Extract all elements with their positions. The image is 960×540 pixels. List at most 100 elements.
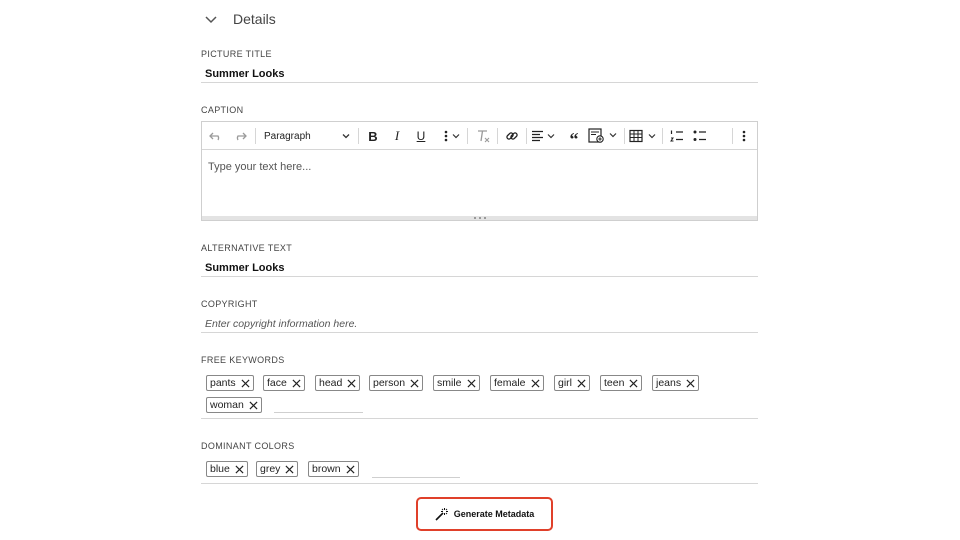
chip-label: girl bbox=[558, 377, 573, 389]
alt-text-input[interactable]: Summer Looks bbox=[205, 262, 284, 274]
chip-label: woman bbox=[210, 399, 244, 411]
picture-title-label: PICTURE TITLE bbox=[201, 49, 272, 59]
close-icon[interactable] bbox=[467, 378, 476, 388]
picture-title-input[interactable]: Summer Looks bbox=[205, 68, 284, 80]
magic-wand-icon bbox=[435, 508, 448, 521]
dominant-colors-label: DOMINANT COLORS bbox=[201, 441, 295, 451]
dominant-colors-input[interactable] bbox=[372, 477, 460, 478]
blockquote-button[interactable]: “ bbox=[563, 122, 585, 150]
editor-resize-bar[interactable] bbox=[202, 216, 757, 220]
underline-icon: U bbox=[416, 129, 426, 143]
close-icon[interactable] bbox=[241, 378, 250, 388]
copyright-underline bbox=[201, 332, 758, 333]
free-keywords-underline bbox=[201, 418, 758, 419]
toolbar-separator bbox=[662, 128, 663, 144]
chip-label: jeans bbox=[656, 377, 682, 389]
toolbar-separator bbox=[624, 128, 625, 144]
bold-button[interactable]: B bbox=[362, 122, 384, 150]
keyword-chip: person bbox=[369, 375, 424, 391]
chip-label: grey bbox=[260, 463, 281, 475]
generate-metadata-button[interactable]: Generate Metadata bbox=[416, 497, 553, 531]
toolbar-separator bbox=[732, 128, 733, 144]
close-icon[interactable] bbox=[292, 378, 301, 388]
paragraph-select-value: Paragraph bbox=[264, 130, 311, 142]
close-icon[interactable] bbox=[531, 378, 540, 388]
keyword-chip: face bbox=[263, 375, 305, 391]
copyright-label: COPYRIGHT bbox=[201, 299, 258, 309]
keyword-chip: head bbox=[315, 375, 361, 391]
close-icon[interactable] bbox=[285, 464, 294, 474]
alt-text-label: ALTERNATIVE TEXT bbox=[201, 243, 293, 253]
generate-metadata-label: Generate Metadata bbox=[453, 509, 535, 519]
toolbar-separator bbox=[526, 128, 527, 144]
italic-button[interactable]: I bbox=[386, 122, 408, 150]
insert-table-button[interactable] bbox=[628, 122, 660, 150]
chip-label: head bbox=[319, 377, 343, 389]
toolbar-separator bbox=[358, 128, 359, 144]
details-panel: Details PICTURE TITLE Summer Looks CAPTI… bbox=[201, 0, 758, 540]
toolbar-separator bbox=[497, 128, 498, 144]
caption-editor: Paragraph B I U “ Type your text here... bbox=[201, 121, 758, 221]
dominant-colors-underline bbox=[201, 483, 758, 484]
keyword-chip: jeans bbox=[652, 375, 700, 391]
redo-button[interactable] bbox=[230, 122, 250, 150]
close-icon[interactable] bbox=[346, 464, 355, 474]
alt-text-underline bbox=[201, 276, 758, 277]
close-icon[interactable] bbox=[410, 378, 419, 388]
close-icon[interactable] bbox=[577, 378, 586, 388]
chevron-down-icon bbox=[342, 134, 350, 139]
table-chevron-icon bbox=[629, 129, 656, 143]
close-icon[interactable] bbox=[249, 400, 258, 410]
image-insert-chevron-icon bbox=[588, 128, 617, 143]
free-keywords-input[interactable] bbox=[274, 412, 363, 413]
close-icon[interactable] bbox=[347, 378, 356, 388]
chip-label: face bbox=[267, 377, 287, 389]
resize-grip-icon[interactable] bbox=[474, 216, 486, 220]
color-chip: brown bbox=[308, 461, 359, 477]
link-icon bbox=[506, 132, 518, 140]
align-left-chevron-icon bbox=[532, 130, 555, 142]
bulleted-list-button[interactable] bbox=[689, 122, 711, 150]
alignment-button[interactable] bbox=[530, 122, 560, 150]
chip-label: blue bbox=[210, 463, 230, 475]
link-button[interactable] bbox=[501, 122, 523, 150]
quote-icon: “ bbox=[569, 129, 579, 149]
numbered-list-button[interactable] bbox=[666, 122, 688, 150]
chip-label: brown bbox=[312, 463, 341, 475]
close-icon[interactable] bbox=[629, 378, 638, 388]
close-icon[interactable] bbox=[235, 464, 244, 474]
chevron-down-icon[interactable] bbox=[202, 10, 220, 28]
more-toolbar-button[interactable] bbox=[736, 122, 752, 150]
caption-label: CAPTION bbox=[201, 105, 244, 115]
italic-icon: I bbox=[394, 128, 400, 143]
clear-formatting-button[interactable] bbox=[472, 122, 494, 150]
details-title: Details bbox=[233, 11, 276, 27]
color-chip: grey bbox=[256, 461, 299, 477]
editor-toolbar: Paragraph B I U “ bbox=[202, 122, 757, 150]
underline-button[interactable]: U bbox=[410, 122, 432, 150]
chip-label: teen bbox=[604, 377, 625, 389]
toolbar-separator bbox=[255, 128, 256, 144]
caption-placeholder: Type your text here... bbox=[208, 161, 312, 173]
undo-button[interactable] bbox=[206, 122, 226, 150]
toolbar-separator bbox=[467, 128, 468, 144]
redo-icon bbox=[236, 132, 247, 141]
details-section-header[interactable]: Details bbox=[201, 8, 276, 30]
bulleted-list-icon bbox=[693, 130, 706, 141]
vertical-dots-chevron-icon bbox=[444, 130, 460, 142]
undo-icon bbox=[209, 132, 220, 141]
caption-editor-body[interactable]: Type your text here... bbox=[202, 151, 757, 217]
copyright-input[interactable]: Enter copyright information here. bbox=[205, 318, 357, 330]
chip-label: female bbox=[494, 377, 526, 389]
numbered-list-icon bbox=[670, 130, 683, 142]
vertical-dots-icon bbox=[742, 130, 746, 142]
more-formatting-button[interactable] bbox=[434, 122, 464, 150]
keyword-chip: pants bbox=[206, 375, 254, 391]
keyword-chip: teen bbox=[600, 375, 643, 391]
bold-icon: B bbox=[368, 128, 378, 144]
close-icon[interactable] bbox=[686, 378, 695, 388]
insert-image-button[interactable] bbox=[587, 122, 621, 150]
paragraph-select[interactable]: Paragraph bbox=[258, 122, 354, 150]
free-keywords-label: FREE KEYWORDS bbox=[201, 355, 285, 365]
keyword-chip: smile bbox=[433, 375, 480, 391]
